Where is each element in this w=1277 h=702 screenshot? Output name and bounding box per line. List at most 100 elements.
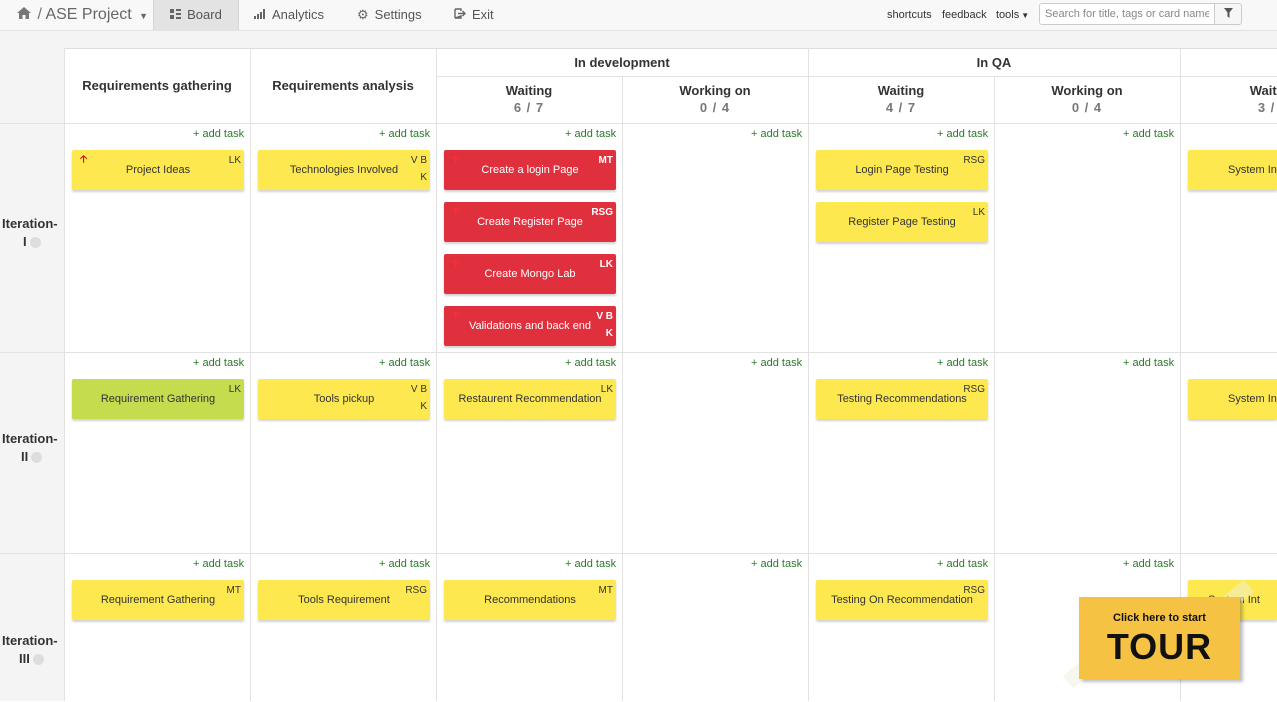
group-in-development: In development (574, 55, 670, 70)
column-title: Working on (1051, 83, 1123, 98)
gear-icon: ⚙ (357, 7, 369, 22)
row-iteration-1[interactable]: Iteration- I (0, 124, 64, 352)
task-card[interactable]: RSG Testing On Recommendation (816, 580, 988, 620)
project-menu[interactable]: / ASE Project ▼ (17, 0, 148, 30)
add-task-link[interactable]: + add task (565, 558, 616, 570)
task-card[interactable]: 🡡 LK Create Mongo Lab (444, 254, 616, 294)
add-task-link[interactable]: + add task (751, 558, 802, 570)
column-title: Waiting (877, 83, 925, 98)
row-label: Iteration- (2, 216, 58, 231)
card-title: Requirement Gathering (100, 594, 216, 606)
tools-label: tools (996, 9, 1020, 21)
nav-analytics[interactable]: Analytics (254, 0, 324, 30)
card-title: Create Register Page (477, 216, 583, 228)
card-title: Create Mongo Lab (484, 268, 576, 280)
nav-settings[interactable]: ⚙ Settings (357, 0, 422, 30)
tour-subtitle: Click here to start (1113, 612, 1206, 624)
nav-settings-label: Settings (374, 7, 422, 22)
column-next-waiting[interactable]: Waiting 3 / 7 (1180, 83, 1277, 115)
info-icon[interactable] (31, 452, 43, 464)
board-icon (170, 0, 182, 30)
wip-limit: 0 / 4 (699, 100, 731, 115)
card-title: Login Page Testing (855, 164, 949, 176)
filter-button[interactable] (1214, 3, 1242, 25)
row-label: Iteration- (2, 431, 58, 446)
row-label-number: II (21, 449, 29, 464)
task-card[interactable]: LK Register Page Testing (816, 202, 988, 242)
task-card[interactable]: MT Recommendations (444, 580, 616, 620)
filter-icon (1223, 8, 1233, 19)
card-title: Testing Recommendations (837, 393, 967, 405)
wip-limit: 3 / 7 (1257, 100, 1277, 115)
wip-limit: 0 / 4 (1071, 100, 1103, 115)
nav-board[interactable]: Board (153, 0, 239, 30)
column-requirements-analysis[interactable]: Requirements analysis (250, 78, 436, 93)
group-in-qa: In QA (976, 55, 1012, 70)
project-name: ASE Project (45, 6, 132, 23)
task-card[interactable]: V BK Technologies Involved (258, 150, 430, 190)
search-input[interactable] (1039, 3, 1215, 25)
add-task-link[interactable]: + add task (1123, 128, 1174, 140)
exit-icon (454, 0, 466, 30)
add-task-link[interactable]: + add task (751, 128, 802, 140)
add-task-link[interactable]: + add task (379, 128, 430, 140)
task-card[interactable]: System Int (1188, 379, 1277, 419)
card-title: Restaurent Recommendation (458, 393, 602, 405)
shortcuts-link[interactable]: shortcuts (887, 0, 932, 30)
add-task-link[interactable]: + add task (1123, 558, 1174, 570)
add-task-link[interactable]: + add task (1123, 357, 1174, 369)
add-task-link[interactable]: + add task (751, 357, 802, 369)
add-task-link[interactable]: + add task (565, 128, 616, 140)
add-task-link[interactable]: + add task (937, 558, 988, 570)
task-card[interactable]: 🡡 RSG Create Register Page (444, 202, 616, 242)
add-task-link[interactable]: + add task (193, 357, 244, 369)
task-card[interactable]: RSG Tools Requirement (258, 580, 430, 620)
add-task-link[interactable]: + add task (193, 128, 244, 140)
task-card[interactable]: MT Requirement Gathering (72, 580, 244, 620)
task-card[interactable]: LK Restaurent Recommendation (444, 379, 616, 419)
nav-board-label: Board (187, 7, 222, 22)
card-title: Register Page Testing (848, 216, 956, 228)
add-task-link[interactable]: + add task (379, 558, 430, 570)
column-dev-working-on[interactable]: Working on 0 / 4 (622, 83, 808, 115)
card-title: Testing On Recommendation (831, 594, 973, 606)
task-card[interactable]: RSG Login Page Testing (816, 150, 988, 190)
add-task-link[interactable]: + add task (379, 357, 430, 369)
task-card[interactable]: 🡡 V BK Validations and back end (444, 306, 616, 346)
card-title: Tools Requirement (298, 594, 390, 606)
add-task-link[interactable]: + add task (565, 357, 616, 369)
top-navbar: / ASE Project ▼ Board Analytics ⚙ Setting… (0, 0, 1277, 31)
card-title: Create a login Page (481, 164, 579, 176)
caret-down-icon: ▼ (139, 11, 149, 21)
column-requirements-gathering[interactable]: Requirements gathering (64, 78, 250, 93)
column-qa-waiting[interactable]: Waiting 4 / 7 (808, 83, 994, 115)
caret-down-icon: ▼ (1021, 11, 1030, 20)
card-title: Recommendations (484, 594, 576, 606)
task-card[interactable]: V BK Tools pickup (258, 379, 430, 419)
task-card[interactable]: 🡡 LK Project Ideas (72, 150, 244, 190)
tools-menu[interactable]: tools ▼ (996, 0, 1029, 30)
start-tour-button[interactable]: Click here to start TOUR (1079, 597, 1240, 679)
add-task-link[interactable]: + add task (937, 357, 988, 369)
feedback-link[interactable]: feedback (942, 0, 987, 30)
info-icon[interactable] (32, 654, 44, 666)
row-iteration-3[interactable]: Iteration- III (0, 554, 64, 701)
task-card[interactable]: 🡡 MT Create a login Page (444, 150, 616, 190)
task-card[interactable]: System Int (1188, 150, 1277, 190)
task-card[interactable]: LK Requirement Gathering (72, 379, 244, 419)
info-icon[interactable] (29, 237, 41, 249)
task-card[interactable]: RSG Testing Recommendations (816, 379, 988, 419)
column-title: Working on (679, 83, 751, 98)
wip-limit: 6 / 7 (513, 100, 545, 115)
nav-exit[interactable]: Exit (454, 0, 494, 30)
card-title: Tools pickup (313, 393, 375, 405)
column-dev-waiting[interactable]: Waiting 6 / 7 (436, 83, 622, 115)
column-title: Waiting (505, 83, 553, 98)
row-iteration-2[interactable]: Iteration- II (0, 353, 64, 553)
add-task-link[interactable]: + add task (193, 558, 244, 570)
column-qa-working-on[interactable]: Working on 0 / 4 (994, 83, 1180, 115)
nav-analytics-label: Analytics (272, 7, 325, 22)
add-task-link[interactable]: + add task (937, 128, 988, 140)
card-title: System Int (1228, 164, 1277, 176)
row-label-number: I (23, 234, 27, 249)
